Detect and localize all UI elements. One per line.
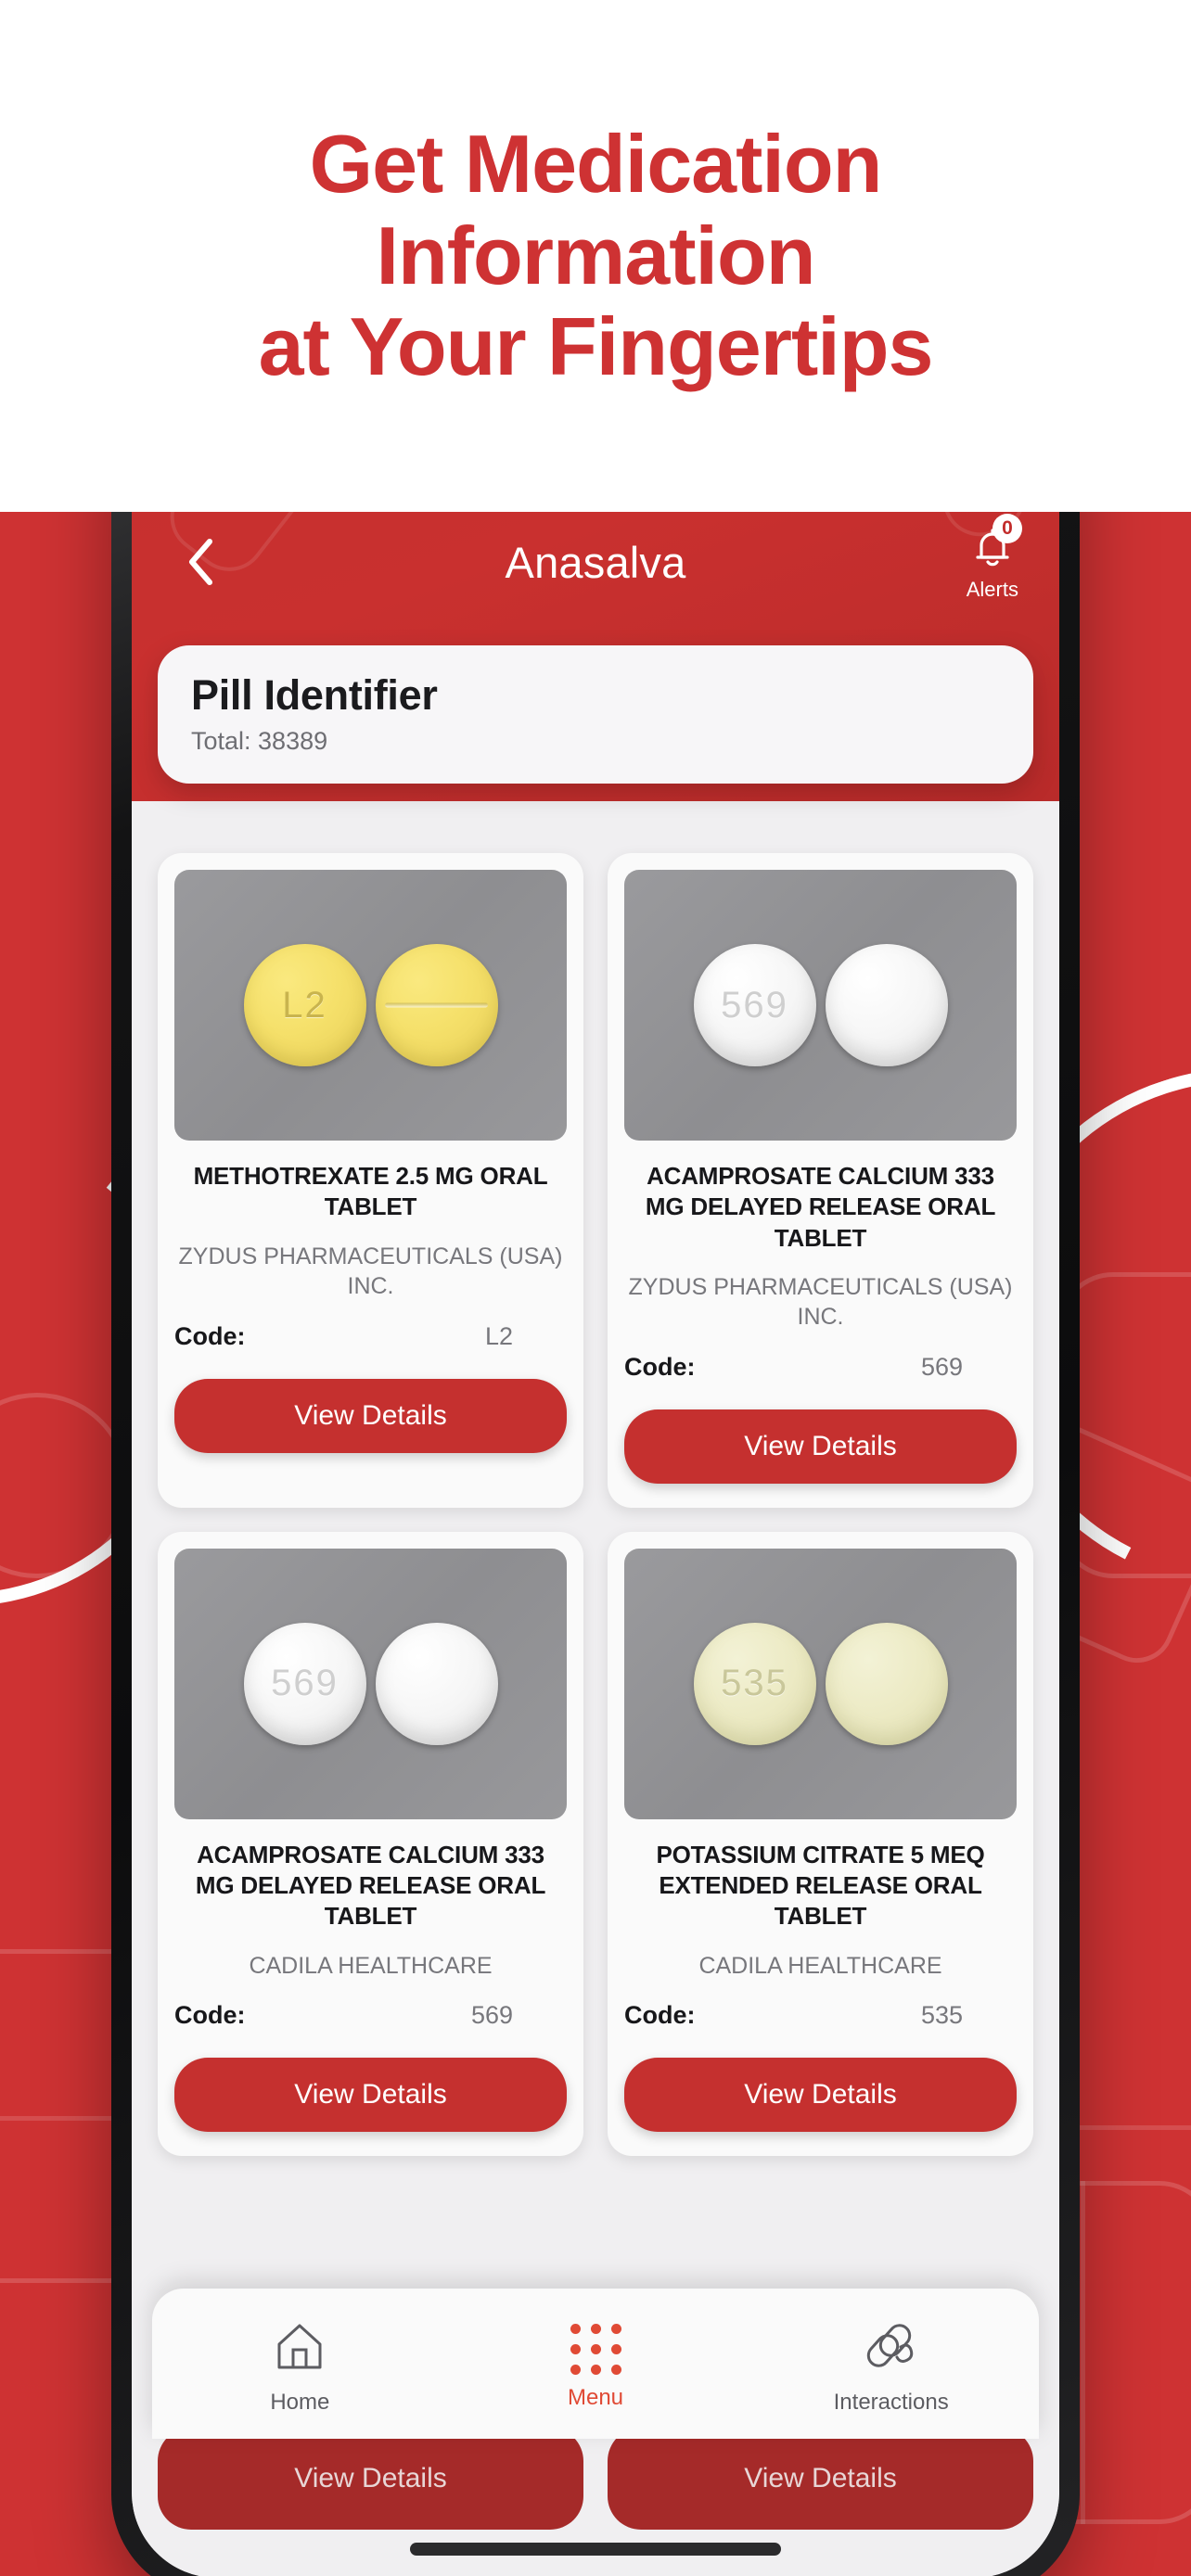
pill-code-label: Code:: [624, 1352, 696, 1381]
headline-line-2: Information: [376, 209, 816, 301]
view-details-button[interactable]: View Details: [624, 2058, 1017, 2133]
home-icon: [271, 2319, 328, 2379]
tablet-front: 569: [693, 944, 816, 1066]
bottom-tab-bar: Home Menu Interactions: [152, 2289, 1039, 2439]
headline-line-3: at Your Fingertips: [258, 300, 934, 393]
pill-imprint: L2: [282, 984, 327, 1026]
pill-identifier-header-card: Pill Identifier Total: 38389: [158, 645, 1033, 784]
pill-code-value: 535: [920, 2001, 963, 2030]
pill-name: METHOTREXATE 2.5 MG ORAL TABLET: [193, 1162, 548, 1221]
view-details-button[interactable]: View Details: [158, 2428, 583, 2530]
pill-image: L2: [174, 870, 567, 1141]
pill-manufacturer: ZYDUS PHARMACEUTICALS (USA) INC.: [628, 1273, 1013, 1331]
pill-code-label: Code:: [174, 2001, 246, 2030]
pill-code-value: 569: [470, 2001, 513, 2030]
pill-code-label: Code:: [174, 1321, 246, 1350]
pill-identifier-title: Pill Identifier: [191, 671, 438, 719]
pill-name: POTASSIUM CITRATE 5 MEQ EXTENDED RELEASE…: [656, 1840, 985, 1931]
page-title: Get Medication Information at Your Finge…: [85, 119, 1106, 393]
pill-identifier-total: Total: 38389: [191, 727, 328, 755]
back-button[interactable]: [173, 534, 228, 590]
tab-home[interactable]: Home: [152, 2319, 448, 2416]
alerts-label: Alerts: [966, 578, 1018, 601]
pill-name: ACAMPROSATE CALCIUM 333 MG DELAYED RELEA…: [195, 1840, 546, 1931]
pill-image: 569: [624, 870, 1017, 1141]
tablet-back: [375, 944, 498, 1066]
pill-manufacturer: CADILA HEALTHCARE: [698, 1952, 942, 1979]
chevron-left-icon: [186, 538, 215, 586]
tablet-score-line: [385, 1002, 488, 1008]
pill-code-row: Code: 569: [624, 1353, 1017, 1382]
decorative-divider-2: [1081, 2181, 1085, 2524]
bottom-peek-buttons: View Details View Details: [158, 2428, 1033, 2530]
alerts-badge: 0: [992, 514, 1022, 543]
view-details-button[interactable]: View Details: [174, 1378, 567, 1453]
alerts-button[interactable]: 0 Alerts: [966, 514, 1022, 602]
pill-image: 535: [624, 1548, 1017, 1819]
pill-code-row: Code: 569: [174, 2001, 567, 2030]
pill-name: ACAMPROSATE CALCIUM 333 MG DELAYED RELEA…: [645, 1162, 996, 1252]
grid-dots-icon: [570, 2324, 621, 2375]
view-details-button[interactable]: View Details: [174, 2058, 567, 2133]
tab-home-label: Home: [270, 2390, 330, 2415]
pill-manufacturer: ZYDUS PHARMACEUTICALS (USA) INC.: [178, 1243, 563, 1300]
decorative-line-right: [1067, 2125, 1191, 2130]
app-header: 10:12: [132, 512, 1059, 801]
pill-code-row: Code: L2: [174, 1322, 567, 1351]
red-background-panel: 10:12: [0, 512, 1191, 2576]
tab-menu-label: Menu: [567, 2385, 624, 2410]
tablet-back: [375, 1622, 498, 1745]
pill-card[interactable]: L2 METHOTREXATE 2.5 MG ORAL TABLET ZYDUS…: [158, 853, 583, 1508]
pill-manufacturer: CADILA HEALTHCARE: [249, 1952, 493, 1979]
pill-results-grid: L2 METHOTREXATE 2.5 MG ORAL TABLET ZYDUS…: [158, 853, 1033, 2157]
home-indicator: [410, 2543, 781, 2556]
pill-imprint: 535: [721, 1663, 788, 1704]
pill-code-value: 569: [920, 1352, 963, 1381]
phone-frame: 10:12: [111, 512, 1080, 2576]
tablet-front: 569: [243, 1622, 366, 1745]
tablet-front: L2: [243, 944, 366, 1066]
view-details-button[interactable]: View Details: [624, 1409, 1017, 1484]
nav-bar: Anasalva 0 Alerts: [132, 512, 1059, 618]
pill-card[interactable]: 535 POTASSIUM CITRATE 5 MEQ EXTENDED REL…: [608, 1531, 1033, 2157]
tab-interactions[interactable]: Interactions: [743, 2319, 1039, 2416]
pill-imprint: 569: [271, 1663, 339, 1704]
pill-card[interactable]: 569 ACAMPROSATE CALCIUM 333 MG DELAYED R…: [608, 853, 1033, 1508]
headline-line-1: Get Medication: [309, 118, 883, 210]
phone-mockup: 10:12: [111, 512, 1080, 2576]
pill-card[interactable]: 569 ACAMPROSATE CALCIUM 333 MG DELAYED R…: [158, 1531, 583, 2157]
tablet-front: 535: [693, 1622, 816, 1745]
nav-title: Anasalva: [505, 537, 686, 587]
tablet-back: [825, 1622, 948, 1745]
pill-image: 569: [174, 1548, 567, 1819]
view-details-button[interactable]: View Details: [608, 2428, 1033, 2530]
tab-menu[interactable]: Menu: [448, 2324, 744, 2411]
pill-imprint: 569: [721, 984, 788, 1026]
pill-code-value: L2: [484, 1321, 513, 1350]
pill-code-label: Code:: [624, 2001, 696, 2030]
pills-icon: [863, 2319, 920, 2379]
phone-screen: 10:12: [132, 512, 1059, 2576]
tab-interactions-label: Interactions: [833, 2390, 949, 2415]
tablet-back: [825, 944, 948, 1066]
headline-band: Get Medication Information at Your Finge…: [0, 0, 1191, 512]
pill-code-row: Code: 535: [624, 2001, 1017, 2030]
